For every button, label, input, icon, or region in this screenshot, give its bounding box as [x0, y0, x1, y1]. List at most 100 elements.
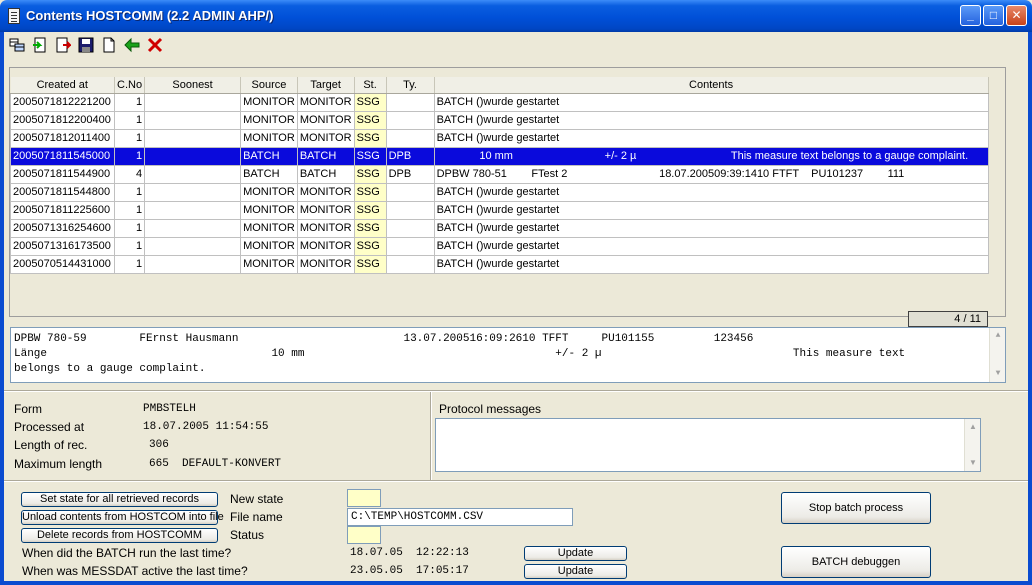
col-cno[interactable]: C.No [114, 77, 146, 94]
cell-soonest [144, 200, 242, 220]
minimize-button[interactable]: _ [960, 5, 981, 26]
cell-type [385, 254, 435, 274]
cell-status: SSG [353, 236, 387, 256]
save-icon[interactable] [77, 37, 95, 55]
back-arrow-icon[interactable] [123, 37, 141, 55]
cell-target: MONITOR [296, 182, 355, 202]
update-batch-button[interactable]: Update [524, 546, 627, 561]
cell-type: DPB [385, 164, 435, 184]
protocol-scroll-up-icon[interactable]: ▲ [965, 419, 981, 435]
col-contents[interactable]: Contents [434, 77, 989, 94]
cell-contents: BATCH ()wurde gestartet [433, 182, 989, 202]
new-document-icon[interactable] [100, 37, 118, 55]
protocol-scroll-down-icon[interactable]: ▼ [965, 455, 981, 471]
cell-soonest [144, 146, 242, 166]
col-source[interactable]: Source [240, 77, 298, 94]
cell-created-at: 2005071316173500 [10, 236, 115, 256]
window-title: Contents HOSTCOMM (2.2 ADMIN AHP/) [26, 8, 274, 23]
table-row[interactable]: 2005071811544900 4 BATCH BATCH SSG DPB DPBW 78… [10, 164, 989, 184]
messdat-last-active-question: When was MESSDAT active the last time? [22, 564, 248, 578]
cell-contents: 10 mm +/- 2 µ This measure text belongs … [433, 146, 989, 166]
table-row[interactable]: 2005070514431000 1 MONITOR MONITOR SSG BATCH … [10, 254, 989, 274]
cell-cno: 1 [113, 110, 146, 130]
cell-created-at: 2005071811544800 [10, 182, 115, 202]
table-row[interactable]: 2005071811544800 1 MONITOR MONITOR SSG BATCH … [10, 182, 989, 202]
new-state-label: New state [230, 492, 284, 506]
cell-created-at: 2005071812221200 [10, 92, 115, 112]
unload-contents-button[interactable]: Unload contents from HOSTCOM into file [21, 510, 224, 525]
cell-soonest [144, 218, 242, 238]
cell-contents: BATCH ()wurde gestartet [433, 200, 989, 220]
scroll-down-icon[interactable]: ▼ [990, 366, 1006, 382]
cell-target: MONITOR [296, 200, 355, 220]
cell-source: MONITOR [240, 128, 298, 148]
cell-contents: BATCH ()wurde gestartet [433, 254, 989, 274]
table-row[interactable]: 2005071811225600 1 MONITOR MONITOR SSG BATCH … [10, 200, 989, 220]
import-icon[interactable] [31, 37, 49, 55]
batch-debug-button[interactable]: BATCH debuggen [781, 546, 931, 578]
col-soonest[interactable]: Soonest [144, 77, 242, 94]
separator-vertical [430, 392, 432, 480]
cell-status: SSG [353, 200, 387, 220]
batch-last-run-question: When did the BATCH run the last time? [22, 546, 232, 560]
col-status[interactable]: St. [354, 77, 387, 94]
table-row[interactable]: 2005071812011400 1 MONITOR MONITOR SSG BATCH … [10, 128, 989, 148]
cell-source: MONITOR [240, 182, 298, 202]
cell-soonest [144, 164, 242, 184]
cell-target: BATCH [296, 146, 355, 166]
cell-soonest [144, 236, 242, 256]
set-state-button[interactable]: Set state for all retrieved records [21, 492, 218, 507]
batch-last-run-value: 18.07.05 12:22:13 [350, 547, 469, 559]
cell-contents: BATCH ()wurde gestartet [433, 236, 989, 256]
grid-icon[interactable] [8, 37, 26, 55]
col-created-at[interactable]: Created at [10, 77, 115, 94]
table-row[interactable]: 2005071316173500 1 MONITOR MONITOR SSG BATCH … [10, 236, 989, 256]
cell-source: MONITOR [240, 110, 298, 130]
cell-contents: DPBW 780-51 FTest 2 18.07.200509:39:1410… [433, 164, 989, 184]
cell-target: MONITOR [296, 254, 355, 274]
contents-textbox[interactable]: DPBW 780-59 FErnst Hausmann 13.07.200516… [10, 327, 1006, 383]
delete-records-button[interactable]: Delete records from HOSTCOMM [21, 528, 218, 543]
cell-cno: 1 [113, 200, 146, 220]
cell-source: MONITOR [240, 254, 298, 274]
file-name-input[interactable]: C:\TEMP\HOSTCOMM.CSV [347, 508, 573, 526]
contents-scrollbar[interactable]: ▲ ▼ [989, 328, 1005, 382]
table-row[interactable]: 2005071812200400 1 MONITOR MONITOR SSG BATCH … [10, 110, 989, 130]
contents-line-2: Länge 10 mm +/- 2 µ This measure text [14, 348, 906, 360]
stop-batch-process-button[interactable]: Stop batch process [781, 492, 931, 524]
scroll-up-icon[interactable]: ▲ [990, 328, 1006, 344]
messdat-last-active-value: 23.05.05 17:05:17 [350, 565, 469, 577]
processed-at-label: Processed at [14, 420, 85, 434]
cell-created-at: 2005070514431000 [10, 254, 115, 274]
cell-source: BATCH [240, 146, 298, 166]
update-messdat-button[interactable]: Update [524, 564, 627, 579]
cell-type [385, 182, 435, 202]
col-type[interactable]: Ty. [386, 77, 435, 94]
cell-soonest [144, 254, 242, 274]
table-header-row: Created at C.No Soonest Source Target St… [10, 77, 989, 94]
maximize-button[interactable]: □ [983, 5, 1004, 26]
cell-created-at: 2005071811545000 [10, 146, 115, 166]
protocol-messages-box[interactable]: ▲ ▼ [435, 418, 981, 472]
cell-cno: 1 [113, 254, 146, 274]
cell-source: MONITOR [240, 92, 298, 112]
protocol-scrollbar[interactable]: ▲ ▼ [964, 419, 980, 471]
file-name-label: File name [230, 510, 283, 524]
export-icon[interactable] [54, 37, 73, 55]
cell-type: DPB [385, 146, 435, 166]
table-row[interactable]: 2005071811545000 1 BATCH BATCH SSG DPB 10 mm … [10, 146, 989, 166]
status-input[interactable] [347, 526, 381, 544]
new-state-input[interactable] [347, 489, 381, 507]
cell-type [385, 110, 435, 130]
table-row[interactable]: 2005071316254600 1 MONITOR MONITOR SSG BATCH … [10, 218, 989, 238]
close-button[interactable]: ✕ [1006, 5, 1027, 26]
cell-source: MONITOR [240, 236, 298, 256]
delete-icon[interactable] [146, 37, 164, 55]
protocol-messages-label: Protocol messages [439, 402, 542, 416]
cell-created-at: 2005071812200400 [10, 110, 115, 130]
col-target[interactable]: Target [297, 77, 355, 94]
separator-lower [4, 480, 1028, 482]
cell-status: SSG [353, 92, 387, 112]
cell-created-at: 2005071811544900 [10, 164, 115, 184]
table-row[interactable]: 2005071812221200 1 MONITOR MONITOR SSG BATCH … [10, 92, 989, 112]
